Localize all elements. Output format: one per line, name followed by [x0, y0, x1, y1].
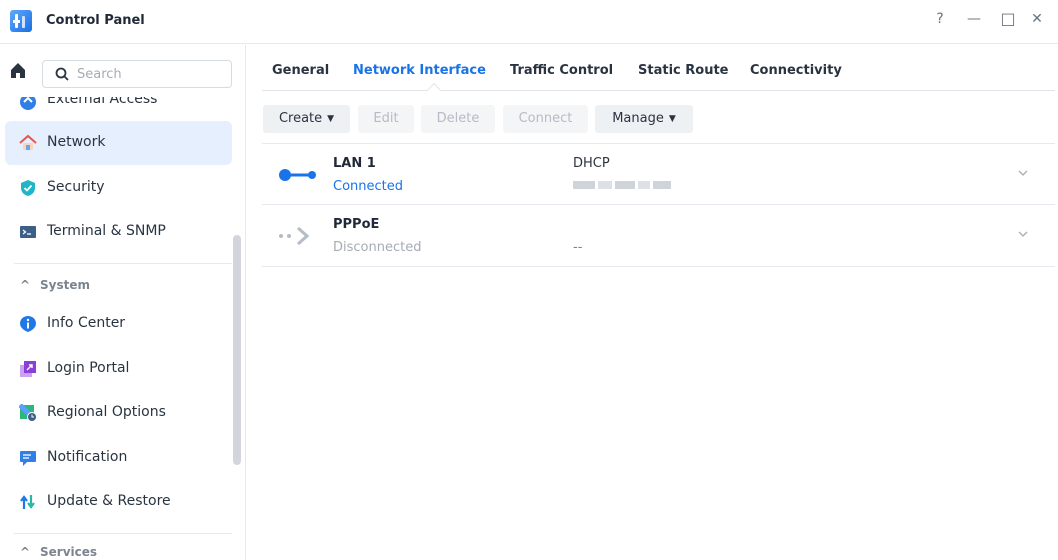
manage-label: Manage: [612, 111, 664, 126]
interface-status: Disconnected: [333, 240, 422, 255]
section-label: System: [40, 278, 90, 292]
sidebar-item-network[interactable]: Network: [5, 121, 232, 165]
tab-traffic-control[interactable]: Traffic Control: [510, 63, 613, 78]
search-input[interactable]: [77, 65, 227, 83]
interface-address: --: [573, 240, 583, 255]
chevron-down-icon[interactable]: [1016, 227, 1030, 241]
help-icon[interactable]: ?: [931, 11, 949, 27]
sidebar-item-notification[interactable]: Notification: [5, 436, 232, 480]
sidebar-item-login-portal[interactable]: Login Portal: [5, 347, 232, 391]
interface-name: PPPoE: [333, 217, 380, 232]
interface-row-pppoe[interactable]: PPPoE Disconnected --: [262, 205, 1055, 267]
interface-status: Connected: [333, 179, 404, 194]
section-divider: [14, 533, 232, 534]
chevron-up-icon: ^: [20, 545, 31, 559]
section-services[interactable]: ^ Services: [20, 545, 97, 559]
section-label: Services: [40, 545, 98, 559]
close-icon[interactable]: ✕: [1028, 11, 1046, 27]
caret-down-icon: ▼: [327, 114, 335, 124]
minimize-icon[interactable]: —: [965, 11, 983, 27]
house-network-icon: [19, 134, 37, 150]
sidebar-item-terminal-snmp[interactable]: Terminal & SNMP: [5, 210, 232, 254]
interface-row-lan1[interactable]: LAN 1 Connected DHCP: [262, 143, 1055, 205]
login-portal-icon: [20, 361, 36, 377]
section-system[interactable]: ^ System: [20, 278, 90, 292]
tab-static-route[interactable]: Static Route: [638, 63, 728, 78]
delete-button[interactable]: Delete: [421, 105, 495, 133]
sidebar-scrollbar[interactable]: [233, 235, 241, 465]
interface-protocol: DHCP: [573, 156, 610, 171]
tab-network-interface[interactable]: Network Interface: [353, 63, 486, 78]
regional-options-icon: [19, 404, 37, 422]
chevron-down-icon[interactable]: [1016, 166, 1030, 180]
sidebar-item-label: Regional Options: [47, 404, 166, 420]
shield-check-icon: [21, 180, 35, 196]
caret-down-icon: ▼: [668, 114, 676, 124]
pppoe-disconnected-icon: [279, 226, 310, 246]
sidebar-item-label: Security: [47, 179, 105, 195]
section-divider: [14, 263, 232, 264]
create-button[interactable]: Create ▼: [263, 105, 350, 133]
interface-name: LAN 1: [333, 156, 376, 171]
redacted-value: [573, 181, 671, 189]
search-icon: [55, 67, 69, 81]
chevron-up-icon: ^: [20, 278, 31, 292]
sidebar-item-info-center[interactable]: Info Center: [5, 302, 232, 346]
sidebar-item-label: Login Portal: [47, 360, 130, 376]
sidebar-item-regional-options[interactable]: Regional Options: [5, 391, 232, 435]
active-tab-indicator: [426, 82, 442, 98]
sidebar-item-label: Update & Restore: [47, 493, 171, 509]
sidebar-item-update-restore[interactable]: Update & Restore: [5, 480, 232, 524]
tab-general[interactable]: General: [272, 63, 329, 78]
sidebar-item-security[interactable]: Security: [5, 166, 232, 210]
info-icon: [20, 316, 36, 332]
search-box[interactable]: [42, 60, 232, 88]
edit-button[interactable]: Edit: [358, 105, 414, 133]
manage-button[interactable]: Manage ▼: [595, 105, 693, 133]
main-panel: General Network Interface Traffic Contro…: [247, 45, 1058, 560]
ip-address-redacted: [573, 179, 673, 194]
tab-connectivity[interactable]: Connectivity: [750, 63, 842, 78]
sidebar-item-label: Notification: [47, 449, 128, 465]
maximize-icon[interactable]: □: [999, 9, 1017, 28]
update-restore-icon: [20, 495, 35, 509]
sidebar-item-label: Terminal & SNMP: [47, 223, 166, 239]
window-title: Control Panel: [46, 13, 145, 28]
lan-connected-icon: [279, 169, 316, 181]
notification-icon: [20, 451, 36, 466]
control-panel-app-icon: [10, 10, 32, 32]
title-bar: Control Panel ? — □ ✕: [0, 0, 1058, 44]
create-label: Create: [278, 111, 323, 126]
sidebar-item-label: Info Center: [47, 315, 126, 331]
sidebar-item-label: Network: [47, 134, 106, 150]
terminal-icon: [20, 226, 36, 238]
home-icon[interactable]: [8, 60, 28, 82]
tab-bar: General Network Interface Traffic Contro…: [262, 45, 1055, 98]
sidebar: External Access Network Security Termina…: [0, 45, 246, 560]
connect-button[interactable]: Connect: [503, 105, 588, 133]
